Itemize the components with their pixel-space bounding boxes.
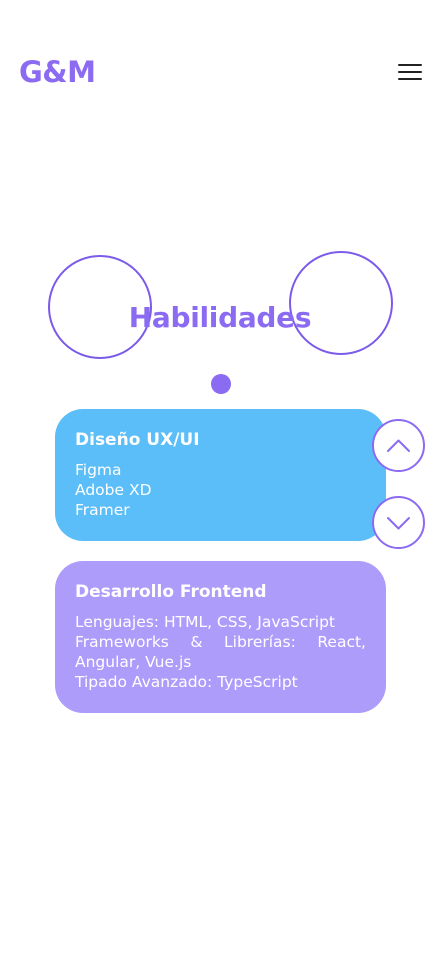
menu-bar — [398, 64, 422, 66]
logo[interactable]: G&M — [19, 52, 96, 92]
menu-bar — [398, 78, 422, 80]
skill-item: Figma — [75, 461, 122, 479]
skill-item: Tipado Avanzado: TypeScript — [75, 673, 298, 691]
section-title: Habilidades — [128, 301, 312, 334]
scroll-down-button[interactable] — [372, 496, 425, 549]
skill-card-title: Desarrollo Frontend — [75, 582, 267, 602]
skill-item: Adobe XD — [75, 481, 152, 499]
chevron-down-icon — [387, 517, 410, 530]
skill-card-ux-ui: Diseño UX/UI Figma Adobe XD Framer — [55, 409, 386, 541]
skill-item: Lenguajes: HTML, CSS, JavaScript — [75, 613, 335, 631]
skill-card-title: Diseño UX/UI — [75, 430, 200, 450]
menu-bar — [398, 71, 422, 73]
hamburger-menu-icon[interactable] — [393, 58, 427, 86]
skill-item: Framer — [75, 501, 130, 519]
scroll-up-button[interactable] — [372, 419, 425, 472]
skill-card-frontend: Desarrollo Frontend Lenguajes: HTML, CSS… — [55, 561, 386, 713]
carousel-indicator-dot[interactable] — [211, 374, 231, 394]
skill-item: Frameworks & Librerías: React, Angular, … — [75, 633, 366, 671]
chevron-up-icon — [387, 439, 410, 452]
